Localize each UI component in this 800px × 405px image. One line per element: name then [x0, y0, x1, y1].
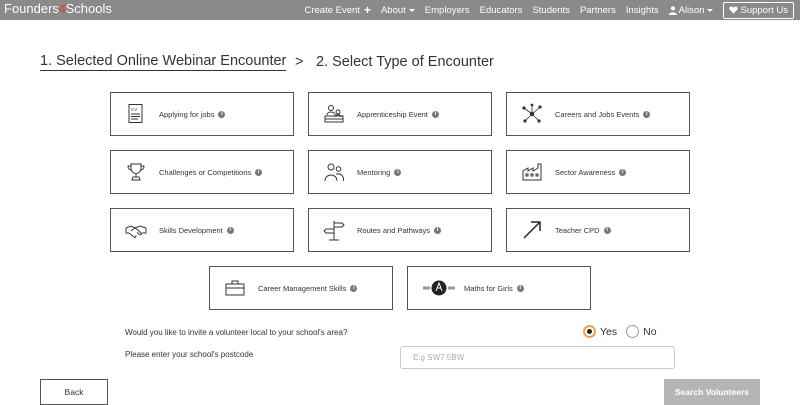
nav-educators[interactable]: Educators	[480, 5, 523, 16]
card-label: Maths for Girls i	[464, 284, 524, 293]
brand-text-schools: Schools	[65, 1, 112, 16]
nav-partners-label: Partners	[579, 4, 616, 16]
info-icon[interactable]: i	[516, 285, 524, 293]
nav-students-label: Students	[532, 4, 570, 16]
radio-yes-label[interactable]: Yes	[600, 326, 617, 338]
radio-no[interactable]	[626, 325, 640, 338]
info-icon[interactable]: i	[350, 285, 358, 293]
nav-students[interactable]: Students	[532, 5, 570, 16]
postcode-question: Please enter your school's postcode	[125, 350, 254, 359]
radio-yes[interactable]	[583, 325, 596, 338]
card-label: Applying for jobs i	[159, 110, 226, 119]
step-separator: >	[295, 54, 304, 70]
card-label: Mentoring i	[357, 168, 402, 177]
volunteer-question: Would you like to invite a volunteer loc…	[125, 328, 348, 337]
svg-text:CV: CV	[131, 107, 137, 112]
nav-about-label: About	[380, 4, 406, 16]
nav-employers-label: Employers	[424, 4, 470, 16]
nav-insights-label: Insights	[625, 4, 659, 16]
card-label: Career Management Skills i	[258, 284, 358, 293]
card-sector-awareness[interactable]: Sector Awareness i	[506, 150, 690, 194]
brand-text-founders: Founders	[4, 1, 59, 16]
plus-icon: +	[363, 3, 371, 17]
network-icon	[521, 103, 543, 125]
nav-user-label: Alison	[678, 4, 705, 16]
handshake-icon	[125, 219, 147, 241]
briefcase-icon	[224, 277, 246, 299]
support-us-button[interactable]: Support Us	[723, 1, 794, 19]
card-careers-and-jobs-events[interactable]: Careers and Jobs Events i	[506, 92, 690, 136]
card-challenges-or-competitions[interactable]: Challenges or Competitions i	[110, 150, 294, 194]
info-icon[interactable]: i	[619, 169, 627, 177]
card-career-management-skills[interactable]: Career Management Skills i	[209, 266, 393, 310]
nav-partners[interactable]: Partners	[580, 5, 616, 16]
nav-create-event-label: Create Event	[304, 4, 360, 16]
trophy-icon	[125, 161, 147, 183]
info-icon[interactable]: i	[433, 227, 441, 235]
info-icon[interactable]: i	[394, 169, 402, 177]
card-label: Sector Awareness i	[555, 168, 627, 177]
apprenticeship-icon	[323, 103, 345, 125]
factory-icon	[521, 161, 543, 183]
caret-down-icon	[707, 8, 714, 12]
people-icon	[323, 161, 345, 183]
postcode-input[interactable]	[400, 346, 675, 369]
card-skills-development[interactable]: Skills Development i	[110, 208, 294, 252]
search-volunteers-button[interactable]: Search Volunteers	[664, 379, 760, 405]
card-label: Careers and Jobs Events i	[555, 110, 651, 119]
arrow-up-right-icon	[521, 219, 543, 241]
card-label: Apprenticeship Event i	[357, 110, 439, 119]
step-1-selected[interactable]: 1. Selected Online Webinar Encounter	[40, 53, 287, 71]
cv-document-icon: CV	[125, 103, 147, 125]
info-icon[interactable]: i	[255, 169, 263, 177]
radio-no-label[interactable]: No	[643, 326, 656, 338]
brand-text-4: 4	[58, 2, 66, 16]
card-teacher-cpd[interactable]: Teacher CPD i	[506, 208, 690, 252]
nav-employers[interactable]: Employers	[425, 5, 470, 16]
step-2-title: 2. Select Type of Encounter	[316, 54, 494, 70]
card-label: Skills Development i	[159, 226, 234, 235]
info-icon[interactable]: i	[226, 227, 234, 235]
card-label: Teacher CPD i	[555, 226, 611, 235]
heart-icon	[729, 6, 739, 14]
signpost-icon	[323, 219, 345, 241]
info-icon[interactable]: i	[603, 227, 611, 235]
card-apprenticeship-event[interactable]: Apprenticeship Event i	[308, 92, 492, 136]
nav-about[interactable]: About	[381, 5, 415, 16]
support-us-label: Support Us	[740, 4, 788, 16]
info-icon[interactable]: i	[643, 111, 651, 119]
user-icon	[668, 5, 677, 15]
nav-items: Create Event + About Employers Educators …	[294, 0, 800, 20]
info-icon[interactable]: i	[218, 111, 226, 119]
card-applying-for-jobs[interactable]: CV Applying for jobs i	[110, 92, 294, 136]
card-mentoring[interactable]: Mentoring i	[308, 150, 492, 194]
navbar: Founders4Schools Create Event + About Emp…	[0, 0, 800, 20]
back-button[interactable]: Back	[40, 379, 108, 405]
nav-educators-label: Educators	[479, 4, 523, 16]
volunteer-radio-group: Yes No	[583, 325, 666, 338]
maths-for-girls-logo-icon	[422, 277, 456, 299]
nav-user-menu[interactable]: Alison	[668, 4, 714, 16]
caret-down-icon	[408, 8, 415, 12]
brand-logo[interactable]: Founders4Schools	[4, 0, 112, 20]
card-maths-for-girls[interactable]: Maths for Girls i	[407, 266, 591, 310]
nav-create-event[interactable]: Create Event +	[304, 3, 371, 17]
info-icon[interactable]: i	[431, 111, 439, 119]
card-routes-and-pathways[interactable]: Routes and Pathways i	[308, 208, 492, 252]
card-label: Challenges or Competitions i	[159, 168, 263, 177]
nav-insights[interactable]: Insights	[626, 5, 659, 16]
card-label: Routes and Pathways i	[357, 226, 441, 235]
